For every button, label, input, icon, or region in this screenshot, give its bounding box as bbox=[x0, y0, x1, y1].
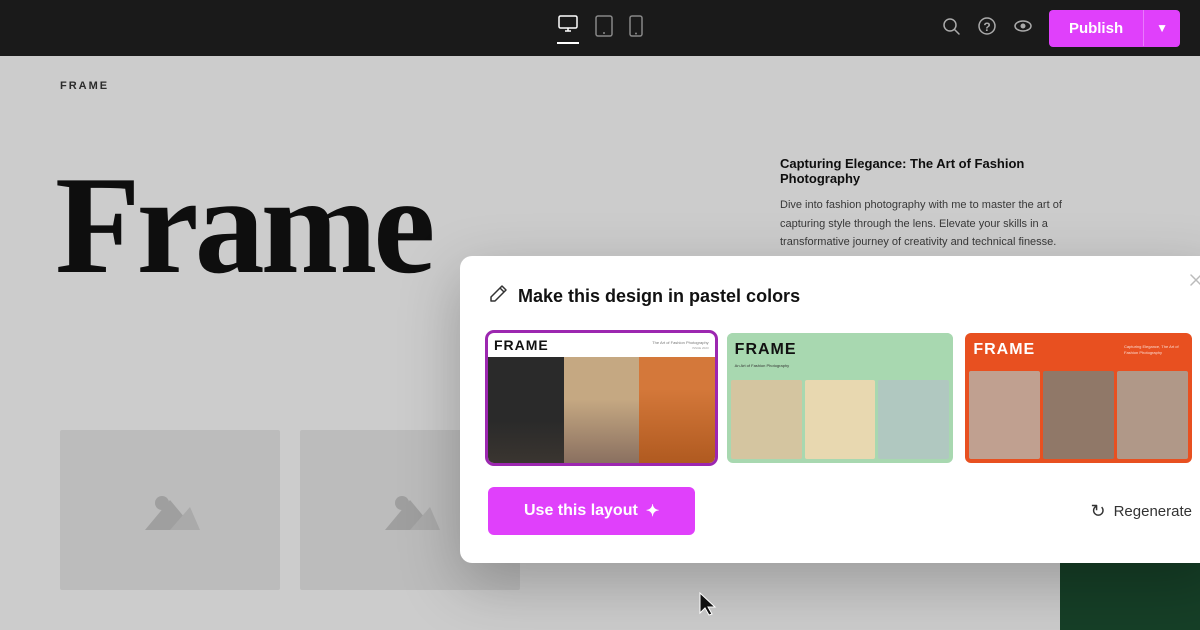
search-icon[interactable] bbox=[941, 16, 961, 41]
device-switcher bbox=[557, 13, 643, 44]
publish-caret-icon[interactable]: ▼ bbox=[1144, 11, 1180, 45]
desktop-device-icon[interactable] bbox=[557, 13, 579, 44]
pencil-icon bbox=[488, 284, 508, 309]
layout-preview-3[interactable]: FRAME Capturing Elegance, The Art of Fas… bbox=[965, 333, 1192, 463]
p2-frame-title: FRAME bbox=[735, 341, 946, 359]
mobile-device-icon[interactable] bbox=[629, 15, 643, 42]
p1-header: FRAME The Art of Fashion Photography ISS… bbox=[488, 333, 715, 357]
p1-images bbox=[488, 357, 715, 463]
p3-images bbox=[965, 367, 1192, 463]
preview-2-content: FRAME An Art of Fashion Photography bbox=[727, 333, 954, 463]
p1-img-beige bbox=[564, 357, 640, 463]
publish-label: Publish bbox=[1049, 10, 1143, 47]
layout-previews: FRAME The Art of Fashion Photography ISS… bbox=[488, 333, 1192, 463]
preview-3-content: FRAME Capturing Elegance, The Art of Fas… bbox=[965, 333, 1192, 463]
preview-icon[interactable] bbox=[1013, 16, 1033, 41]
layout-preview-1[interactable]: FRAME The Art of Fashion Photography ISS… bbox=[488, 333, 715, 463]
modal-close-icon[interactable] bbox=[1188, 272, 1200, 293]
tablet-device-icon[interactable] bbox=[595, 15, 613, 42]
regenerate-button[interactable]: ↻ Regenerate bbox=[1091, 501, 1193, 522]
modal-title: Make this design in pastel colors bbox=[518, 286, 800, 307]
sparkle-icon: ✦ bbox=[646, 501, 659, 521]
publish-button[interactable]: Publish ▼ bbox=[1049, 10, 1180, 47]
p3-top: FRAME Capturing Elegance, The Art of Fas… bbox=[965, 333, 1192, 367]
p1-img-dark bbox=[488, 357, 564, 463]
modal-card: Make this design in pastel colors FRAME … bbox=[460, 256, 1200, 563]
use-layout-button[interactable]: Use this layout ✦ bbox=[488, 487, 695, 535]
p2-top: FRAME An Art of Fashion Photography bbox=[727, 333, 954, 376]
preview-1-content: FRAME The Art of Fashion Photography ISS… bbox=[488, 333, 715, 463]
cursor bbox=[698, 591, 718, 622]
main-content: FRAME Frame Capturing Elegance: The Art … bbox=[0, 56, 1200, 630]
p2-images bbox=[727, 376, 954, 463]
p1-img-orange bbox=[639, 357, 715, 463]
regenerate-label: Regenerate bbox=[1114, 503, 1192, 520]
modal-header: Make this design in pastel colors bbox=[488, 284, 1192, 309]
topbar-right: ? Publish ▼ bbox=[941, 10, 1180, 47]
svg-text:?: ? bbox=[983, 20, 990, 34]
modal-footer: Use this layout ✦ ↻ Regenerate bbox=[488, 487, 1192, 535]
regenerate-icon: ↻ bbox=[1091, 501, 1106, 522]
use-layout-label: Use this layout bbox=[524, 502, 638, 520]
topbar: ? Publish ▼ bbox=[0, 0, 1200, 56]
layout-preview-2[interactable]: FRAME An Art of Fashion Photography bbox=[727, 333, 954, 463]
p1-frame-title: FRAME bbox=[494, 337, 549, 353]
help-icon[interactable]: ? bbox=[977, 16, 997, 41]
